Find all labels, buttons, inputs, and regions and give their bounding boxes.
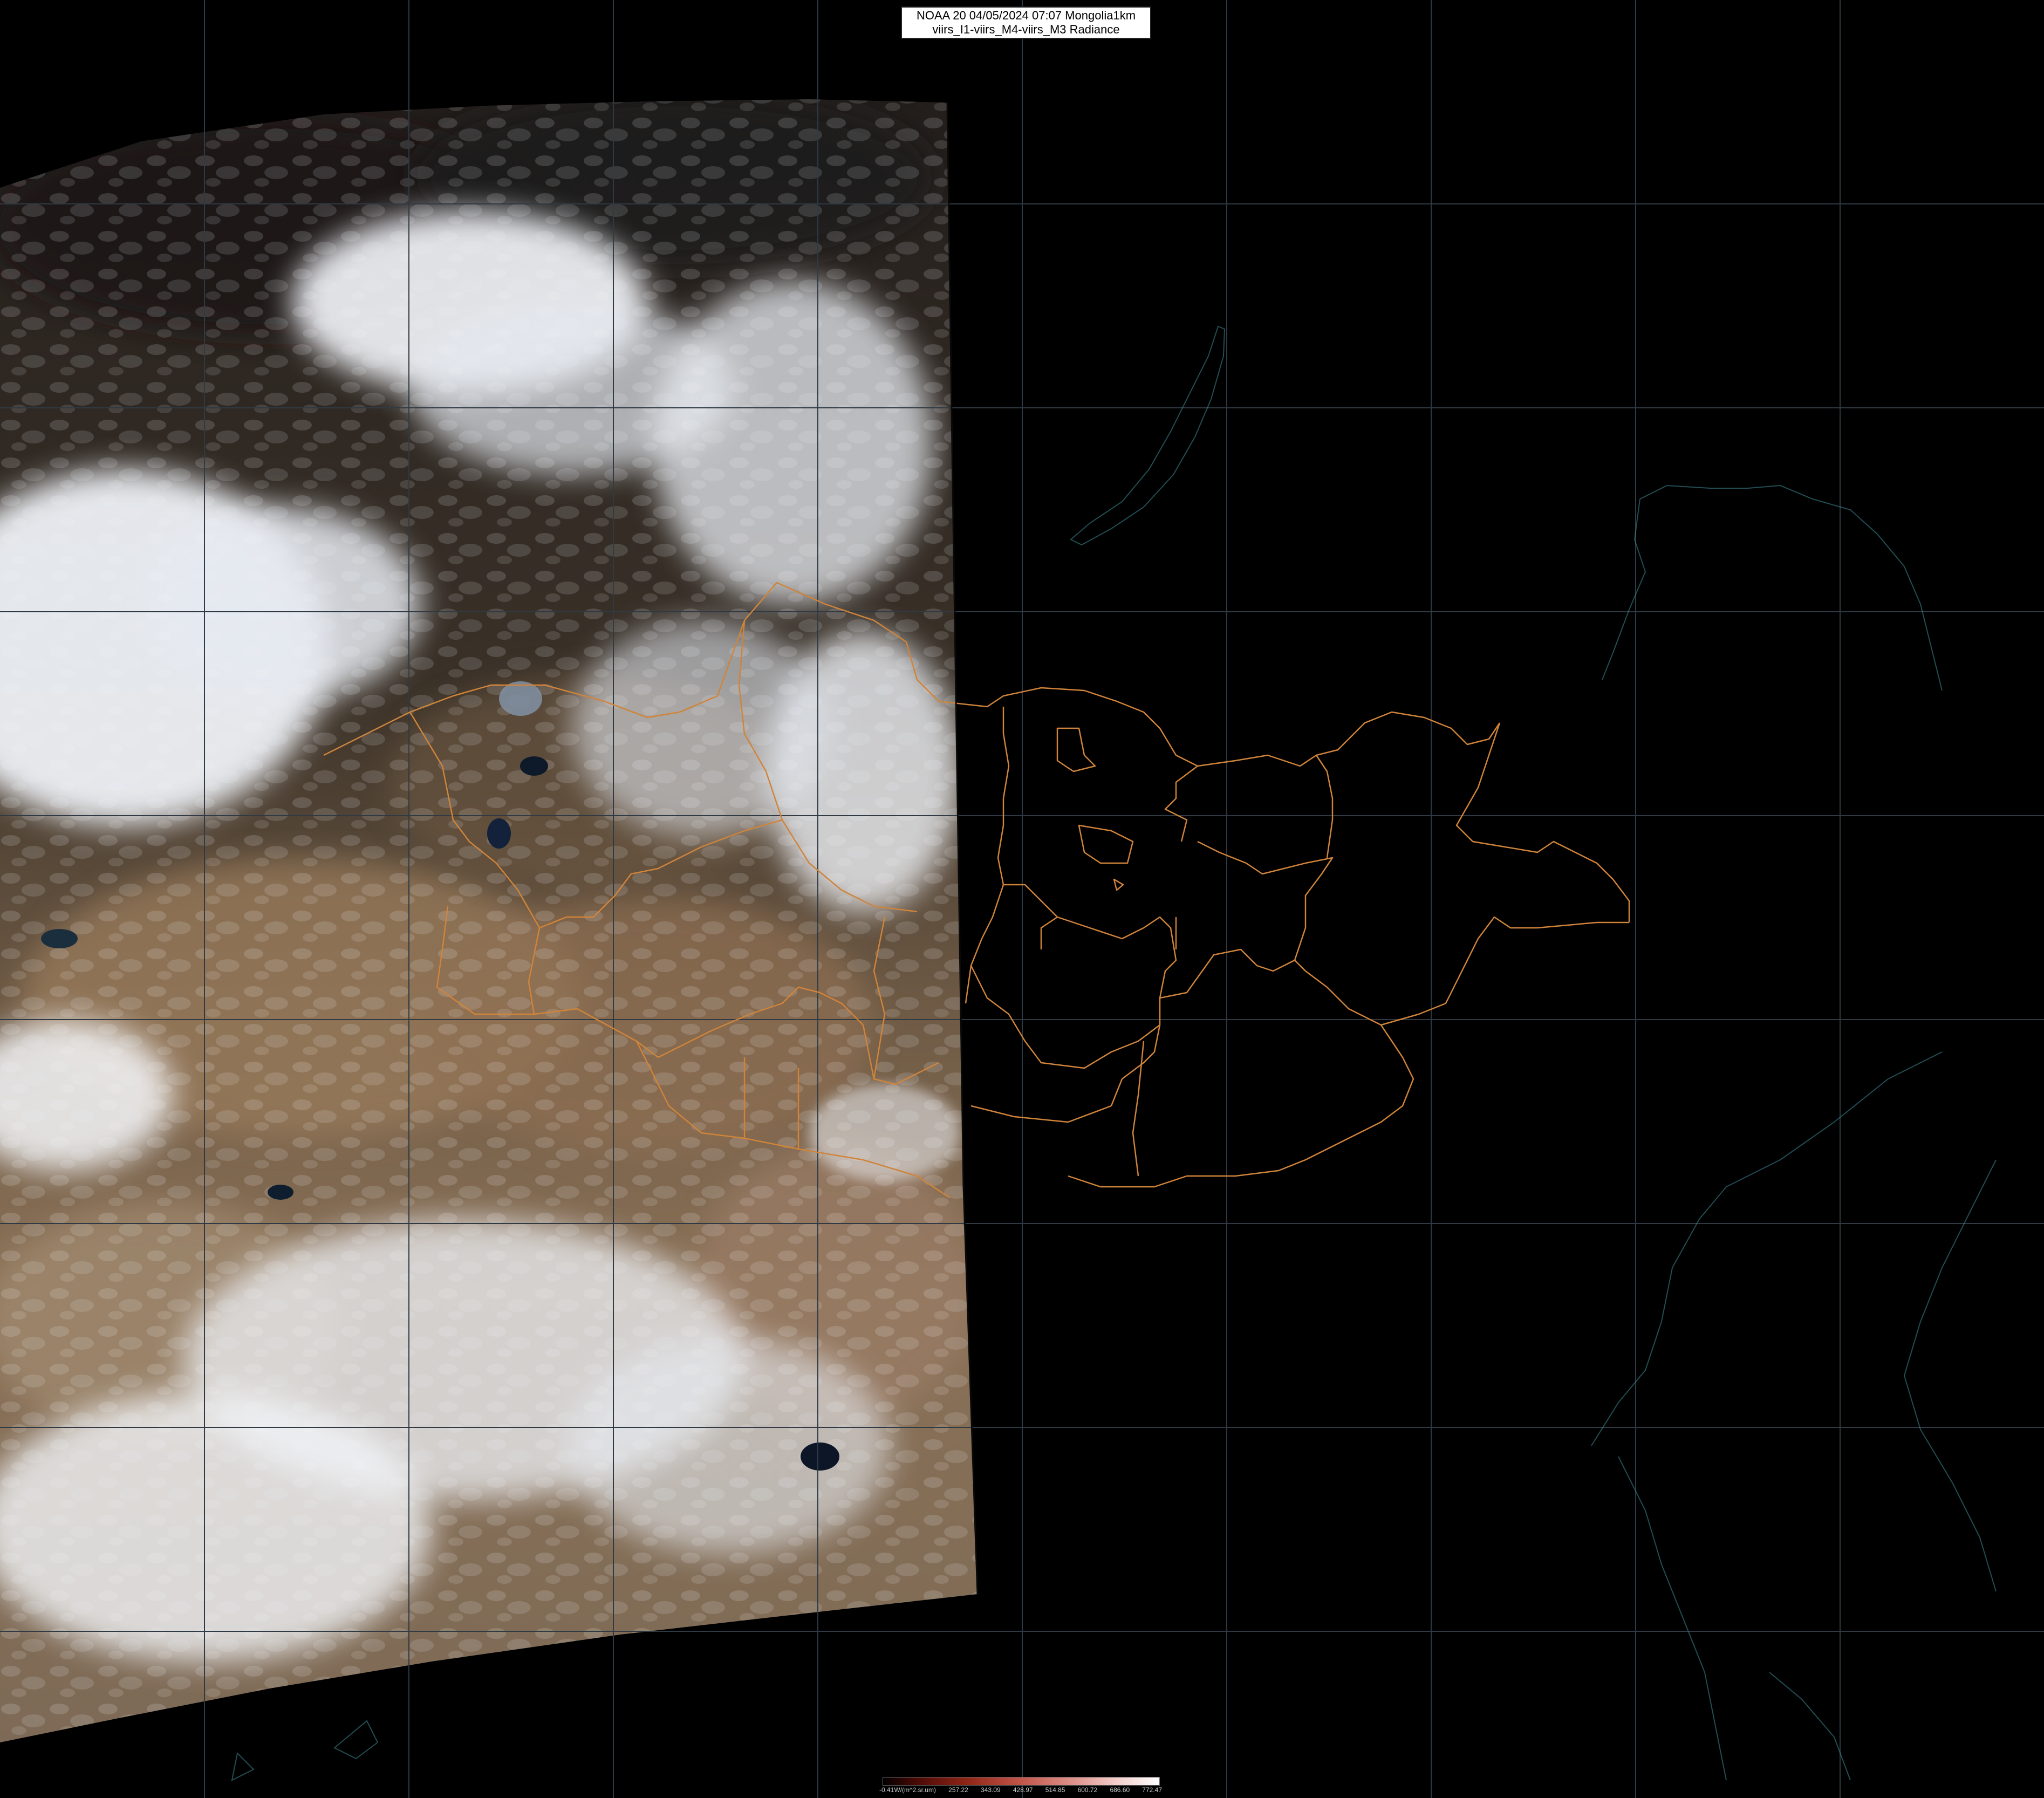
legend-tick-label: 257.22 [948,1786,968,1794]
satellite-map [0,0,2044,1798]
map-title-line2: viirs_I1-viirs_M4-viirs_M3 Radiance [932,23,1120,36]
legend-tick-label: -0.41W/(m^2.sr.um) [879,1786,936,1794]
legend-colorbar [883,1777,1160,1786]
legend-tick-label: 428.97 [1013,1786,1033,1794]
cloud-cover [0,99,977,1742]
legend-tick-label: 600.72 [1077,1786,1098,1794]
legend-tick-label: 343.09 [981,1786,1001,1794]
legend-tick-label: 772.47 [1142,1786,1162,1794]
legend-tick-label: 686.60 [1110,1786,1130,1794]
map-title-line1: NOAA 20 04/05/2024 07:07 Mongolia1km [916,9,1136,22]
map-title: NOAA 20 04/05/2024 07:07 Mongolia1km vii… [901,6,1151,39]
radiance-legend: -0.41W/(m^2.sr.um) 257.22 343.09 428.97 514.… [879,1776,1162,1796]
legend-ticks: -0.41W/(m^2.sr.um) 257.22 343.09 428.97 514.… [879,1786,1162,1795]
legend-tick-label: 514.85 [1045,1786,1065,1794]
